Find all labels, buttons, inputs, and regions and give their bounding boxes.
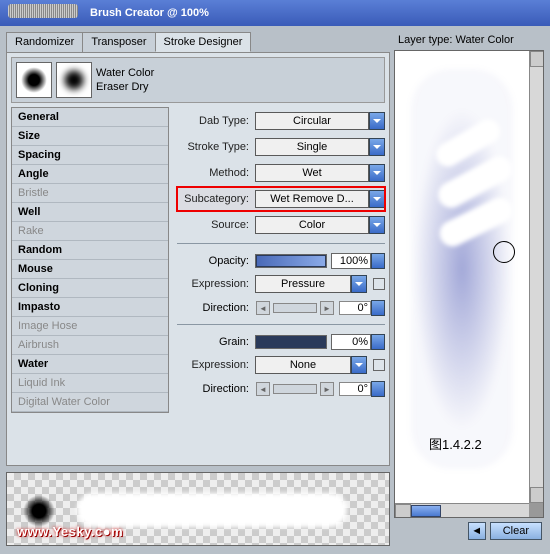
cat-airbrush[interactable]: Airbrush — [12, 336, 168, 355]
expression1-dropdown-icon[interactable] — [351, 275, 367, 293]
cat-digital-water[interactable]: Digital Water Color — [12, 393, 168, 412]
back-icon[interactable]: ◄ — [468, 522, 486, 540]
direction2-next-icon[interactable]: ► — [320, 382, 334, 396]
direction1-prev-icon[interactable]: ◄ — [256, 301, 270, 315]
horizontal-scrollbar[interactable] — [395, 503, 529, 517]
direction1-label: Direction: — [177, 302, 255, 314]
dab-type-label: Dab Type: — [177, 115, 255, 127]
opacity-step-icon[interactable] — [371, 253, 385, 269]
category-list: General Size Spacing Angle Bristle Well … — [11, 107, 169, 413]
direction1-value[interactable]: 0° — [339, 301, 371, 315]
direction1-slider[interactable] — [273, 303, 317, 313]
cat-mouse[interactable]: Mouse — [12, 260, 168, 279]
opacity-value[interactable]: 100% — [331, 253, 371, 269]
brush-name-1: Water Color — [96, 66, 154, 80]
cat-image-hose[interactable]: Image Hose — [12, 317, 168, 336]
direction1-next-icon[interactable]: ► — [320, 301, 334, 315]
cat-angle[interactable]: Angle — [12, 165, 168, 184]
cat-impasto[interactable]: Impasto — [12, 298, 168, 317]
brush-canvas[interactable]: 图1.4.2.2 — [394, 50, 544, 518]
app-icon — [8, 4, 78, 18]
direction2-prev-icon[interactable]: ◄ — [256, 382, 270, 396]
clear-button[interactable]: Clear — [490, 522, 542, 540]
stroke-type-dropdown-icon[interactable] — [369, 138, 385, 156]
expression1-label: Expression: — [177, 278, 255, 290]
title-bar: Brush Creator @ 100% — [0, 0, 550, 26]
expression2-dropdown-icon[interactable] — [351, 356, 367, 374]
opacity-label: Opacity: — [177, 255, 255, 267]
opacity-slider[interactable] — [255, 254, 327, 268]
method-label: Method: — [177, 167, 255, 179]
expression2-label: Expression: — [177, 359, 255, 371]
dab-type-dropdown-icon[interactable] — [369, 112, 385, 130]
cat-size[interactable]: Size — [12, 127, 168, 146]
brush-name-2: Eraser Dry — [96, 80, 154, 94]
method-dropdown-icon[interactable] — [369, 164, 385, 182]
source-label: Source: — [177, 219, 255, 231]
tab-bar: Randomizer Transposer Stroke Designer — [6, 32, 390, 52]
direction1-step-icon[interactable] — [371, 300, 385, 316]
cat-spacing[interactable]: Spacing — [12, 146, 168, 165]
stroke-type-label: Stroke Type: — [177, 141, 255, 153]
dab-type-select[interactable]: Circular — [255, 112, 369, 130]
stroke-preview: www.Yesky.c●m — [6, 472, 390, 546]
direction2-step-icon[interactable] — [371, 381, 385, 397]
subcategory-select[interactable]: Wet Remove D... — [255, 190, 369, 208]
figure-caption: 图1.4.2.2 — [429, 434, 482, 453]
expression2-select[interactable]: None — [255, 356, 351, 374]
expression1-invert-checkbox[interactable] — [373, 278, 385, 290]
window-title: Brush Creator @ 100% — [90, 7, 209, 19]
brush-header: Water Color Eraser Dry — [11, 57, 385, 103]
subcategory-dropdown-icon[interactable] — [369, 190, 385, 208]
cat-general[interactable]: General — [12, 108, 168, 127]
grain-slider[interactable] — [255, 335, 327, 349]
brush-swatch-2[interactable] — [56, 62, 92, 98]
direction2-label: Direction: — [177, 383, 255, 395]
source-dropdown-icon[interactable] — [369, 216, 385, 234]
tab-stroke-designer[interactable]: Stroke Designer — [155, 32, 252, 52]
cat-well[interactable]: Well — [12, 203, 168, 222]
grain-value[interactable]: 0% — [331, 334, 371, 350]
brush-cursor-icon — [493, 241, 515, 263]
subcategory-label: Subcategory: — [177, 193, 255, 205]
layer-type-label: Layer type: Water Color — [394, 32, 544, 50]
cat-rake[interactable]: Rake — [12, 222, 168, 241]
direction2-slider[interactable] — [273, 384, 317, 394]
expression1-select[interactable]: Pressure — [255, 275, 351, 293]
cat-water[interactable]: Water — [12, 355, 168, 374]
cat-bristle[interactable]: Bristle — [12, 184, 168, 203]
direction2-value[interactable]: 0° — [339, 382, 371, 396]
watermark: www.Yesky.c●m — [17, 524, 123, 539]
vertical-scrollbar[interactable] — [529, 51, 543, 503]
tab-transposer[interactable]: Transposer — [82, 32, 155, 52]
cat-cloning[interactable]: Cloning — [12, 279, 168, 298]
method-select[interactable]: Wet — [255, 164, 369, 182]
tab-randomizer[interactable]: Randomizer — [6, 32, 83, 52]
expression2-invert-checkbox[interactable] — [373, 359, 385, 371]
stroke-type-select[interactable]: Single — [255, 138, 369, 156]
cat-random[interactable]: Random — [12, 241, 168, 260]
grain-step-icon[interactable] — [371, 334, 385, 350]
source-select[interactable]: Color — [255, 216, 369, 234]
brush-swatch-1[interactable] — [16, 62, 52, 98]
cat-liquid-ink[interactable]: Liquid Ink — [12, 374, 168, 393]
grain-label: Grain: — [177, 336, 255, 348]
